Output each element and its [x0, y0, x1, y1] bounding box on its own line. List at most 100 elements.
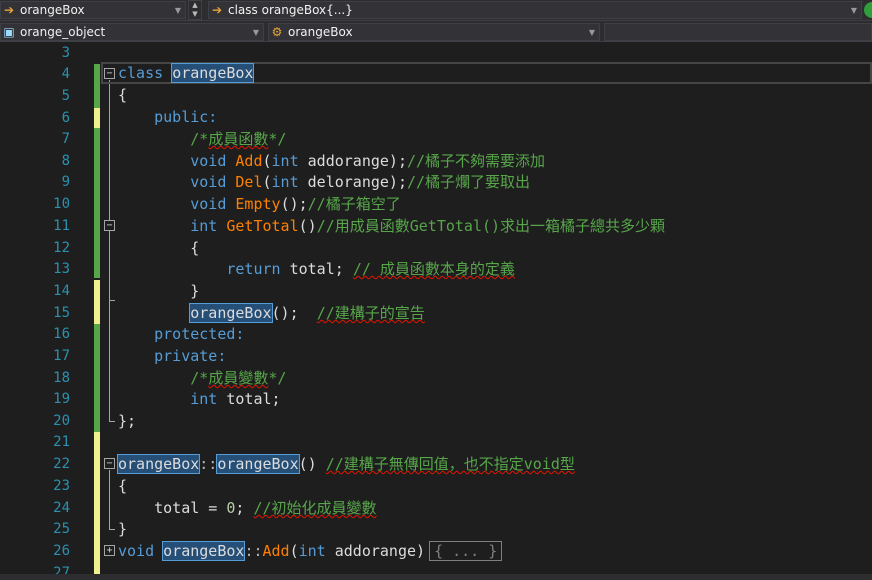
chevron-down-icon[interactable]: ▼	[189, 10, 201, 19]
code-line-12[interactable]: {	[118, 237, 199, 259]
navigation-bar-top: ➔ orangeBox ▼ ▲ ▼ ➔ class orangeBox{...}…	[0, 0, 872, 20]
code-editor[interactable]: 3 4 5 6 7 8 9 10 11 12 13 14 15 16 17 18…	[0, 42, 872, 580]
chevron-down-icon: ▼	[588, 27, 596, 37]
code-line-24[interactable]: total = 0; //初始化成員變數	[118, 497, 377, 519]
code-text: ()	[298, 217, 317, 235]
code-text: };	[118, 412, 137, 430]
code-text: total =	[118, 499, 227, 517]
code-line-4[interactable]: class orangeBox	[118, 62, 255, 84]
keyword: return	[226, 260, 281, 278]
code-line-16[interactable]: protected:	[118, 323, 244, 345]
comment: //橘子爛了要取出	[407, 173, 531, 191]
keyword: int	[190, 217, 218, 235]
code-line-6[interactable]: public:	[118, 106, 217, 128]
expand-icon[interactable]: +	[104, 545, 115, 556]
identifier-highlight: orangeBox	[162, 541, 246, 561]
member-dropdown-label: class orangeBox{...}	[228, 3, 353, 17]
line-number: 19	[53, 391, 70, 407]
editor-bottom-bar	[0, 574, 872, 580]
line-number: 26	[53, 543, 70, 559]
collapse-icon[interactable]: −	[104, 458, 115, 469]
code-line-22[interactable]: orangeBox::orangeBox() //建構子無傳回值，也不指定voi…	[116, 453, 575, 475]
collapsed-region-button[interactable]: { ... }	[429, 541, 503, 561]
code-text: (	[262, 173, 272, 191]
code-line-17[interactable]: private:	[118, 345, 226, 367]
arrow-right-icon: ➔	[211, 3, 223, 17]
code-text: delorange);	[298, 173, 407, 191]
code-line-19[interactable]: int total;	[118, 388, 280, 410]
code-line-8[interactable]: void Add(int addorange);//橘子不夠需要添加	[118, 150, 545, 172]
comment-text: 成員變數	[208, 369, 269, 387]
keyword: int	[298, 542, 326, 560]
code-line-23[interactable]: {	[118, 475, 127, 497]
keyword: int	[190, 390, 218, 408]
code-line-25[interactable]: }	[118, 518, 127, 540]
keyword: int	[271, 173, 299, 191]
line-number: 12	[53, 240, 70, 256]
code-text: ();	[271, 304, 317, 322]
type-dropdown[interactable]: ⚙ orangeBox ▼	[268, 23, 600, 41]
chevron-up-icon[interactable]: ▲	[189, 1, 201, 10]
change-marker-saved	[94, 64, 100, 108]
code-line-10[interactable]: void Empty();//橘子箱空了	[118, 193, 401, 215]
code-line-13[interactable]: return total; // 成員函數本身的定義	[118, 258, 515, 280]
fold-guide-line	[109, 80, 110, 422]
change-marker-unsaved	[94, 432, 100, 576]
comment: // 成員函數本身的定義	[352, 260, 515, 278]
fold-guide-line	[109, 470, 110, 530]
identifier-highlight: orangeBox	[216, 454, 300, 474]
navigate-updown-buttons[interactable]: ▲ ▼	[188, 0, 202, 20]
line-number: 16	[53, 326, 70, 342]
access-specifier: private:	[154, 347, 227, 365]
code-line-5[interactable]: {	[118, 84, 127, 106]
code-text: total;	[280, 260, 353, 278]
line-number: 8	[61, 153, 70, 169]
scope-dropdown[interactable]: ▣ orange_object ▼	[0, 23, 264, 41]
line-number: 20	[53, 413, 70, 429]
change-marker-unsaved	[94, 108, 100, 128]
comment: //初始化成員變數	[253, 499, 377, 517]
code-line-11[interactable]: int GetTotal()//用成員函數GetTotal()求出一箱橘子總共多…	[118, 215, 665, 237]
comment: /*成員函數*/	[190, 130, 287, 148]
comment: //橘子箱空了	[307, 195, 401, 213]
code-line-7[interactable]: /*成員函數*/	[118, 128, 286, 150]
project-dropdown[interactable]: ➔ orangeBox ▼	[0, 1, 186, 19]
code-line-15[interactable]: orangeBox(); //建構子的宣告	[118, 302, 425, 324]
chevron-down-icon: ▼	[850, 5, 858, 15]
code-text: ()	[298, 455, 326, 473]
text-caret	[253, 64, 255, 83]
keyword: class	[118, 64, 164, 82]
identifier-highlight: orangeBox	[189, 303, 273, 323]
line-number: 15	[53, 305, 70, 321]
function-dropdown[interactable]	[604, 23, 872, 41]
code-text: addorange)	[325, 542, 426, 560]
line-number: 13	[53, 261, 70, 277]
comment: //用成員函數GetTotal()求出一箱橘子總共多少顆	[316, 217, 666, 235]
code-text: }	[118, 520, 128, 538]
code-line-26[interactable]: void orangeBox::Add(int addorange){ ... …	[118, 540, 503, 562]
line-number: 14	[53, 283, 70, 299]
function-name: Add	[262, 542, 290, 560]
member-dropdown[interactable]: ➔ class orangeBox{...} ▼	[208, 1, 862, 19]
change-marker-unsaved	[94, 280, 100, 324]
function-name: Del	[235, 173, 263, 191]
code-line-20[interactable]: };	[118, 410, 136, 432]
line-number: 3	[61, 45, 70, 61]
code-line-14[interactable]: }	[118, 280, 199, 302]
code-text: addorange);	[298, 152, 407, 170]
code-text: {	[190, 239, 200, 257]
code-line-18[interactable]: /*成員變數*/	[118, 367, 286, 389]
comment: /*成員變數*/	[190, 369, 287, 387]
line-number: 9	[61, 174, 70, 190]
code-text: (	[262, 152, 272, 170]
collapse-icon[interactable]: −	[104, 220, 115, 231]
sync-status-icon[interactable]	[864, 2, 872, 18]
scope-dropdown-label: orange_object	[20, 25, 106, 39]
line-number: 25	[53, 521, 70, 537]
chevron-down-icon: ▼	[252, 27, 260, 37]
function-name: Add	[235, 152, 263, 170]
code-line-9[interactable]: void Del(int delorange);//橘子爛了要取出	[118, 171, 530, 193]
fold-end-marker	[109, 300, 115, 301]
line-number: 11	[53, 218, 70, 234]
line-number: 24	[53, 500, 70, 516]
